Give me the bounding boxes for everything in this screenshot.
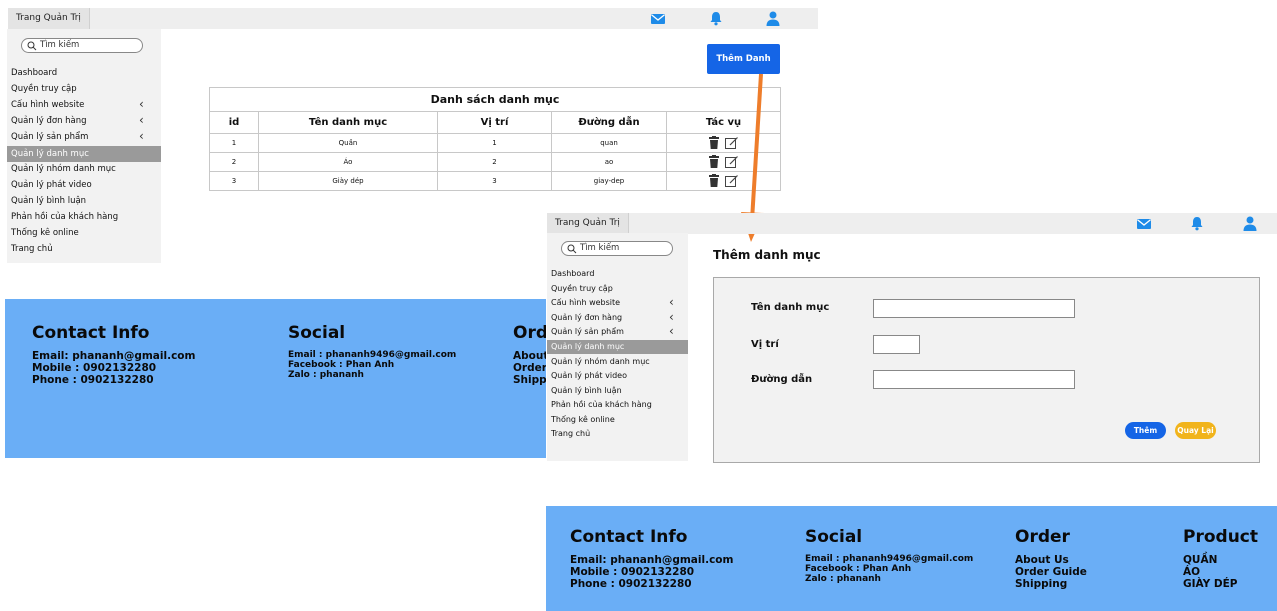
footer-phone: Phone : 0902132280 xyxy=(570,578,692,590)
search-input[interactable]: Tìm kiếm xyxy=(561,241,673,256)
footer-heading: Contact Info xyxy=(570,527,688,547)
footer-mobile: Mobile : 0902132280 xyxy=(570,566,695,578)
sidebar-item-orders[interactable]: Quản lý đơn hàng xyxy=(547,313,688,322)
top-bar: Trang Quản Trị xyxy=(547,213,1277,234)
footer-link[interactable]: ÁO xyxy=(1183,566,1258,578)
footer-zalo: Zalo : phananh xyxy=(805,574,881,584)
sidebar-item-categories[interactable]: Quản lý danh mục xyxy=(547,340,688,354)
footer: Contact Info Email: phananh@gmail.com Mo… xyxy=(546,506,1277,611)
sidebar-item-home[interactable]: Trang chủ xyxy=(547,429,688,438)
sidebar-item-video[interactable]: Quản lý phát video xyxy=(547,371,688,380)
chevron-left-icon[interactable]: ‹ xyxy=(669,295,674,309)
position-field[interactable] xyxy=(873,335,920,354)
sidebar-item-dashboard[interactable]: Dashboard xyxy=(547,269,688,278)
footer-facebook: Facebook : Phan Anh xyxy=(805,564,912,574)
submit-button[interactable]: Thêm xyxy=(1125,422,1166,439)
sidebar: Tìm kiếm Dashboard Quyền truy cập Cấu hì… xyxy=(547,233,688,461)
slug-field[interactable] xyxy=(873,370,1075,389)
footer-link[interactable]: Order Guide xyxy=(1015,566,1087,578)
sidebar-item-website-config[interactable]: Cấu hình website xyxy=(547,298,688,307)
sidebar-item-online-stats[interactable]: Thống kê online xyxy=(547,415,688,424)
user-icon[interactable] xyxy=(1242,215,1258,231)
footer-product: Product QUẦN ÁO GIÀY DÉP xyxy=(1183,527,1258,590)
search-placeholder: Tìm kiếm xyxy=(580,243,620,253)
footer-social: Social Email : phananh9496@gmail.com Fac… xyxy=(805,527,973,584)
form-title: Thêm danh mục xyxy=(713,248,821,262)
footer-heading: Product xyxy=(1183,527,1258,547)
footer-heading: Order xyxy=(1015,527,1070,547)
sidebar-item-feedback[interactable]: Phản hồi của khách hàng xyxy=(547,400,688,409)
sidebar-item-category-groups[interactable]: Quản lý nhóm danh mục xyxy=(547,357,688,366)
footer-social-email: Email : phananh9496@gmail.com xyxy=(805,554,974,564)
sidebar-item-comments[interactable]: Quản lý bình luận xyxy=(547,386,688,395)
footer-link[interactable]: QUẦN xyxy=(1183,554,1258,566)
bell-icon[interactable] xyxy=(1189,215,1205,231)
chevron-left-icon[interactable]: ‹ xyxy=(669,324,674,338)
name-label: Tên danh mục xyxy=(751,302,830,313)
search-icon xyxy=(567,244,577,254)
footer-link[interactable]: GIÀY DÉP xyxy=(1183,578,1258,590)
footer-heading: Social xyxy=(805,527,863,547)
mail-icon[interactable] xyxy=(1136,216,1152,232)
add-category-form: Tên danh mục Vị trí Đường dẫn Thêm Quay … xyxy=(713,277,1260,463)
sidebar-item-products[interactable]: Quản lý sản phẩm xyxy=(547,327,688,336)
footer-link[interactable]: Shipping xyxy=(1015,578,1087,590)
position-label: Vị trí xyxy=(751,339,779,350)
footer-order: Order About Us Order Guide Shipping xyxy=(1015,527,1087,590)
footer-contact: Contact Info Email: phananh@gmail.com Mo… xyxy=(570,527,733,590)
slug-label: Đường dẫn xyxy=(751,374,813,385)
sidebar-item-access[interactable]: Quyền truy cập xyxy=(547,284,688,293)
footer-link[interactable]: About Us xyxy=(1015,554,1087,566)
footer-email: Email: phananh@gmail.com xyxy=(570,554,734,566)
admin-tab[interactable]: Trang Quản Trị xyxy=(547,213,629,234)
back-button[interactable]: Quay Lại xyxy=(1175,422,1216,439)
chevron-left-icon[interactable]: ‹ xyxy=(669,310,674,324)
category-name-field[interactable] xyxy=(873,299,1075,318)
